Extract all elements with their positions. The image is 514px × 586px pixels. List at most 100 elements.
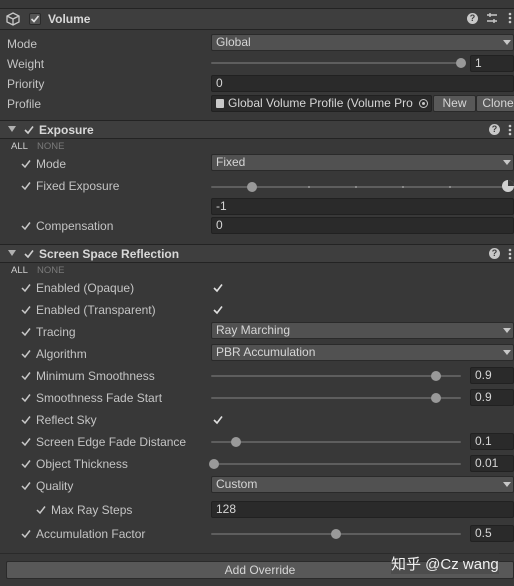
volume-cube-icon bbox=[6, 12, 20, 29]
more-options-icon[interactable] bbox=[508, 12, 512, 27]
chevron-down-icon bbox=[503, 40, 511, 45]
override-checkbox[interactable] bbox=[20, 370, 32, 382]
quality-value: Custom bbox=[216, 477, 258, 491]
override-checkbox[interactable] bbox=[20, 180, 32, 192]
edge-fade-field[interactable]: 0.1 bbox=[470, 433, 514, 450]
exposure-mode-value: Fixed bbox=[216, 155, 246, 169]
override-checkbox[interactable] bbox=[20, 158, 32, 170]
override-checkbox[interactable] bbox=[20, 392, 32, 404]
help-icon[interactable]: ? bbox=[489, 248, 500, 259]
algorithm-label: Algorithm bbox=[36, 347, 87, 361]
max-ray-steps-field[interactable]: 128 bbox=[211, 501, 514, 518]
exposure-enabled-checkbox[interactable] bbox=[23, 124, 35, 136]
min-smoothness-field[interactable]: 0.9 bbox=[470, 367, 514, 384]
slider-tick bbox=[402, 186, 404, 188]
exposure-mode-label: Mode bbox=[36, 157, 67, 171]
ssr-enabled-checkbox[interactable] bbox=[23, 248, 35, 260]
thickness-slider-handle[interactable] bbox=[208, 459, 219, 469]
fixed-exposure-field[interactable]: -1 bbox=[211, 198, 514, 215]
compensation-label: Compensation bbox=[36, 219, 114, 233]
ssr-all-button[interactable]: ALL bbox=[11, 265, 28, 276]
smoothness-fade-slider-handle[interactable] bbox=[431, 393, 441, 403]
watermark: 知乎 @Cz wang bbox=[391, 553, 499, 574]
exposure-all-button[interactable]: ALL bbox=[11, 141, 28, 152]
min-smoothness-slider-handle[interactable] bbox=[431, 371, 441, 381]
enabled-opaque-label: Enabled (Opaque) bbox=[36, 281, 135, 295]
priority-field[interactable]: 0 bbox=[211, 75, 514, 92]
slider-tick bbox=[308, 186, 310, 188]
enabled-transparent-label: Enabled (Transparent) bbox=[36, 303, 156, 317]
accumulation-slider-handle[interactable] bbox=[331, 529, 341, 539]
override-checkbox[interactable] bbox=[20, 282, 32, 294]
override-checkbox[interactable] bbox=[20, 348, 32, 360]
mode-label: Mode bbox=[7, 37, 38, 51]
ssr-header[interactable]: Screen Space Reflection ? bbox=[0, 244, 514, 263]
override-checkbox[interactable] bbox=[20, 458, 32, 470]
algorithm-value: PBR Accumulation bbox=[216, 345, 316, 359]
override-checkbox[interactable] bbox=[20, 326, 32, 338]
smoothness-fade-field[interactable]: 0.9 bbox=[470, 389, 514, 406]
slider-tick bbox=[449, 186, 451, 188]
override-checkbox[interactable] bbox=[20, 304, 32, 316]
help-icon[interactable]: ? bbox=[489, 124, 500, 135]
chevron-down-icon bbox=[503, 328, 511, 333]
profile-label: Profile bbox=[7, 97, 42, 111]
profile-field[interactable]: Global Volume Profile (Volume Pro bbox=[211, 95, 432, 112]
more-options-icon[interactable] bbox=[508, 248, 512, 263]
override-checkbox[interactable] bbox=[35, 504, 47, 516]
tracing-dropdown[interactable]: Ray Marching bbox=[211, 322, 514, 339]
override-checkbox[interactable] bbox=[20, 414, 32, 426]
clone-profile-button[interactable]: Clone bbox=[476, 95, 514, 112]
thickness-label: Object Thickness bbox=[36, 457, 128, 471]
algorithm-dropdown[interactable]: PBR Accumulation bbox=[211, 344, 514, 361]
weight-slider-handle[interactable] bbox=[456, 58, 466, 68]
max-ray-steps-label: Max Ray Steps bbox=[51, 503, 133, 517]
quality-dropdown[interactable]: Custom bbox=[211, 476, 514, 493]
override-checkbox[interactable] bbox=[20, 436, 32, 448]
help-icon[interactable]: ? bbox=[467, 13, 478, 24]
exposure-none-button[interactable]: NONE bbox=[37, 141, 64, 152]
thickness-field[interactable]: 0.01 bbox=[470, 455, 514, 472]
tracing-value: Ray Marching bbox=[216, 323, 291, 337]
fixed-exposure-label: Fixed Exposure bbox=[36, 179, 120, 193]
smoothness-fade-label: Smoothness Fade Start bbox=[36, 391, 163, 405]
object-picker-icon[interactable] bbox=[419, 99, 428, 108]
foldout-arrow-icon[interactable] bbox=[8, 250, 16, 256]
override-checkbox[interactable] bbox=[20, 480, 32, 492]
fixed-exposure-slider-handle[interactable] bbox=[247, 182, 258, 192]
enabled-transparent-checkbox[interactable] bbox=[212, 304, 224, 316]
reflect-sky-checkbox[interactable] bbox=[212, 414, 224, 426]
mode-dropdown[interactable]: Global bbox=[211, 34, 514, 51]
volume-header[interactable]: Volume ? bbox=[0, 8, 514, 30]
volume-title: Volume bbox=[48, 12, 91, 26]
exposure-title: Exposure bbox=[39, 123, 94, 137]
ssr-title: Screen Space Reflection bbox=[39, 247, 180, 261]
new-profile-button[interactable]: New bbox=[433, 95, 476, 112]
exposure-header[interactable]: Exposure ? bbox=[0, 120, 514, 139]
foldout-arrow-icon[interactable] bbox=[8, 126, 16, 132]
edge-fade-slider-handle[interactable] bbox=[231, 437, 241, 447]
chevron-down-icon bbox=[503, 160, 511, 165]
ssr-none-button[interactable]: NONE bbox=[37, 265, 64, 276]
compensation-field[interactable]: 0 bbox=[211, 217, 514, 234]
weight-field[interactable]: 1 bbox=[470, 55, 514, 72]
edge-fade-label: Screen Edge Fade Distance bbox=[36, 435, 187, 449]
exposure-mode-dropdown[interactable]: Fixed bbox=[211, 154, 514, 171]
quality-label: Quality bbox=[36, 479, 74, 493]
min-smoothness-slider-track[interactable] bbox=[211, 375, 461, 377]
override-checkbox[interactable] bbox=[20, 528, 32, 540]
thickness-slider-track[interactable] bbox=[211, 463, 461, 465]
smoothness-fade-slider-track[interactable] bbox=[211, 397, 461, 399]
edge-fade-slider-track[interactable] bbox=[211, 441, 461, 443]
volume-enabled-checkbox[interactable] bbox=[29, 13, 41, 25]
more-options-icon[interactable] bbox=[508, 124, 512, 139]
mode-value: Global bbox=[216, 35, 251, 49]
enabled-opaque-checkbox[interactable] bbox=[212, 282, 224, 294]
weight-slider-track[interactable] bbox=[211, 62, 461, 64]
presets-icon[interactable] bbox=[486, 12, 498, 27]
override-checkbox[interactable] bbox=[20, 220, 32, 232]
accumulation-label: Accumulation Factor bbox=[36, 527, 146, 541]
priority-label: Priority bbox=[7, 77, 45, 91]
accumulation-field[interactable]: 0.5 bbox=[470, 525, 514, 542]
chevron-down-icon bbox=[503, 482, 511, 487]
